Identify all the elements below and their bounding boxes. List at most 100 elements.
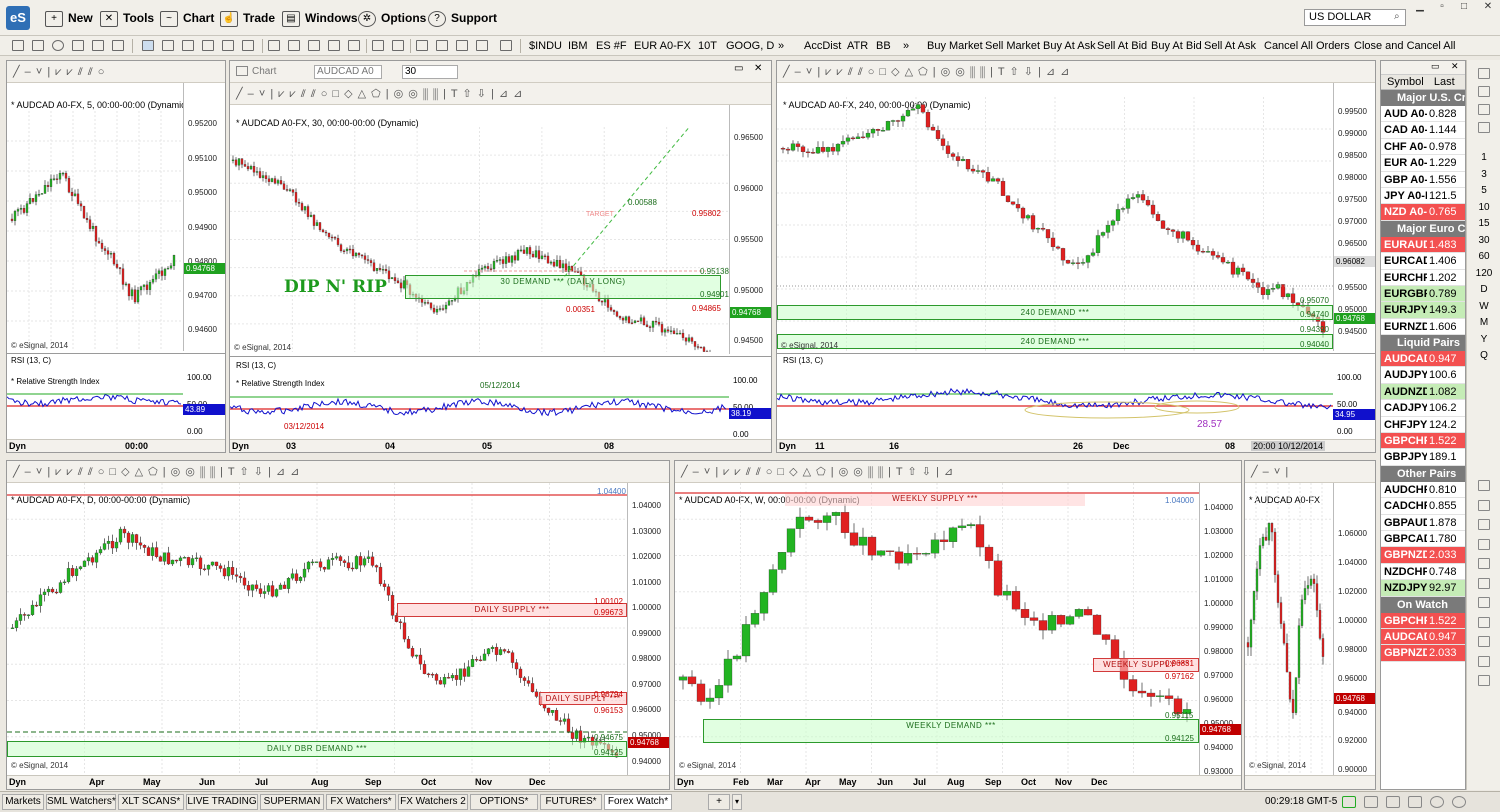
interval-button[interactable]: 15 bbox=[1467, 218, 1500, 229]
price-axis[interactable]: 1.04000 1.03000 1.02000 1.01000 1.00000 … bbox=[627, 483, 669, 775]
toolbar-icon[interactable] bbox=[268, 40, 280, 51]
search-icon[interactable]: ⌕ bbox=[1394, 11, 1400, 22]
cancel-all-orders-button[interactable]: Cancel All Orders bbox=[1264, 40, 1350, 52]
chart-panel-30min[interactable]: Chart AUDCAD A0 30 ▭ ✕ ╱ – ˅ | ⩗ ⩗ ⫽ ⫽ ○… bbox=[229, 60, 772, 453]
page-tab[interactable]: XLT SCANS* bbox=[118, 794, 184, 810]
watchlist-row[interactable]: AUDCAD 0.947 bbox=[1381, 351, 1465, 368]
watchlist-row[interactable]: AUDJPY 100.6 bbox=[1381, 367, 1465, 384]
price-axis[interactable]: 0.99500 0.99000 0.98500 0.98000 0.97500 … bbox=[1333, 83, 1375, 351]
interval-button[interactable]: 120 bbox=[1467, 268, 1500, 279]
watchlist-row[interactable]: NZDCHF 0.748 bbox=[1381, 564, 1465, 581]
dyn-label[interactable]: Dyn bbox=[9, 441, 26, 451]
status-icon[interactable] bbox=[1386, 796, 1400, 808]
price-axis[interactable]: 1.06000 1.04000 1.02000 1.00000 0.98000 … bbox=[1333, 483, 1375, 775]
drawing-toolbar[interactable]: ╱ – ˅ | ⩗ ⩗ ⫽ ⫽ ○ bbox=[7, 61, 225, 83]
interval-tool-icon[interactable] bbox=[1478, 655, 1490, 667]
price-axis[interactable]: 0.95200 0.95100 0.95000 0.94900 0.94800 … bbox=[183, 83, 225, 351]
date-axis[interactable]: Dyn 00:00 bbox=[7, 439, 225, 452]
dyn-label[interactable]: Dyn bbox=[677, 777, 694, 787]
date-axis[interactable]: Dyn Feb Mar Apr May Jun Jul Aug Sep Oct … bbox=[675, 775, 1241, 789]
toolbar-icon[interactable] bbox=[242, 40, 254, 51]
toolbar-icon[interactable] bbox=[392, 40, 404, 51]
chart-panel-weekly[interactable]: ╱ – ˅ | ⩗ ⩗ ⫽ ⫽ ○ □ ◇ △ ⬠ | ◎ ◎ ⫼ ⫼ | T … bbox=[674, 460, 1242, 790]
minimize-icon[interactable]: ▁ bbox=[1412, 1, 1428, 13]
toolbar-more[interactable]: » bbox=[778, 40, 784, 52]
interval-tool-icon[interactable] bbox=[1478, 577, 1490, 589]
interval-tool-icon[interactable] bbox=[1478, 616, 1490, 628]
trade-menu[interactable]: ☝ Trade bbox=[220, 8, 275, 28]
status-icon[interactable] bbox=[1452, 796, 1466, 808]
interval-button[interactable]: 5 bbox=[1467, 185, 1500, 196]
price-axis[interactable]: 1.04000 1.03000 1.02000 1.01000 1.00000 … bbox=[1199, 483, 1241, 776]
status-icon[interactable] bbox=[1364, 796, 1378, 808]
toolbar-icon[interactable] bbox=[72, 40, 84, 51]
toolbar-icon[interactable] bbox=[436, 40, 448, 51]
chart-panel-daily[interactable]: ╱ – ˅ | ⩗ ⩗ ⫽ ⫽ ○ □ ◇ △ ⬠ | ◎ ◎ ⫼ ⫼ | T … bbox=[6, 460, 670, 790]
interval-button[interactable]: Y bbox=[1467, 334, 1500, 345]
watchlist-row[interactable]: CAD A0-F1.144 bbox=[1381, 122, 1465, 139]
watchlist-row[interactable]: CHFJPY 124.2 bbox=[1381, 417, 1465, 434]
close-icon[interactable]: ✕ bbox=[1480, 1, 1496, 13]
watchlist-row[interactable]: JPY A0-F 121.5 bbox=[1381, 188, 1465, 205]
watchlist-row[interactable]: AUDCAD 0.947 bbox=[1381, 628, 1465, 646]
watchlist-row[interactable]: EURGBP 0.789 bbox=[1381, 285, 1465, 303]
column-last[interactable]: Last bbox=[1428, 75, 1465, 89]
symbol-shortcut-indu[interactable]: $INDU bbox=[529, 40, 562, 52]
toolbar-icon[interactable] bbox=[348, 40, 360, 51]
drawing-toolbar[interactable]: ╱ – ˅ | ⩗ ⩗ ⫽ ⫽ ○ □ ◇ △ ⬠ | ◎ ◎ ⫼ ⫼ | T … bbox=[7, 461, 669, 483]
study-accdist[interactable]: AccDist bbox=[804, 40, 841, 52]
interval-button[interactable]: 30 bbox=[1467, 235, 1500, 246]
watchlist-row[interactable]: EURNZD 1.606 bbox=[1381, 319, 1465, 336]
date-axis[interactable]: Dyn 03 04 05 08 bbox=[230, 439, 771, 452]
toolbar-icon[interactable] bbox=[308, 40, 320, 51]
toolbar-icon[interactable] bbox=[52, 40, 64, 51]
buy-at-ask-button[interactable]: Buy At Ask bbox=[1043, 40, 1096, 52]
restore-icon[interactable]: ▫ bbox=[1434, 1, 1450, 13]
symbol-shortcut-10t[interactable]: 10T bbox=[698, 40, 717, 52]
watchlist-row[interactable]: EUR A0-F1.229 bbox=[1381, 155, 1465, 172]
watchlist-row[interactable]: AUDNZD 1.082 bbox=[1381, 383, 1465, 401]
drawing-toolbar[interactable]: ╱ – ˅ | bbox=[1245, 461, 1375, 483]
options-menu[interactable]: ✲ Options bbox=[358, 8, 426, 28]
supply-zone-daily[interactable]: DAILY SUPPLY *** bbox=[397, 603, 627, 617]
page-tab[interactable]: FX Watchers* bbox=[326, 794, 396, 810]
watchlist-row[interactable]: CADJPY 106.2 bbox=[1381, 400, 1465, 417]
watchlist-group-header[interactable]: Other Pairs bbox=[1381, 465, 1465, 482]
watchlist-row[interactable]: GBP A0-F1.556 bbox=[1381, 172, 1465, 188]
date-axis[interactable]: Dyn 11 16 26 Dec 08 20:00 10/12/2014 bbox=[777, 439, 1375, 452]
interval-tool-icon[interactable] bbox=[1478, 499, 1490, 511]
cursor-icon[interactable] bbox=[142, 40, 154, 51]
close-icon[interactable]: ✕ bbox=[1451, 61, 1459, 72]
watchlist-group-header[interactable]: On Watch bbox=[1381, 596, 1465, 613]
toolbar-more[interactable]: » bbox=[903, 40, 909, 52]
restore-icon[interactable]: ▭ bbox=[1431, 61, 1440, 72]
date-axis[interactable]: Dyn Apr May Jun Jul Aug Sep Oct Nov Dec bbox=[7, 775, 669, 789]
toolbar-icon[interactable] bbox=[92, 40, 104, 51]
page-tab[interactable]: Forex Watch* bbox=[604, 794, 672, 810]
study-bb[interactable]: BB bbox=[876, 40, 891, 52]
toolbar-icon[interactable] bbox=[328, 40, 340, 51]
symbol-shortcut-ibm[interactable]: IBM bbox=[568, 40, 588, 52]
dyn-label[interactable]: Dyn bbox=[779, 441, 796, 451]
symbol-shortcut-es[interactable]: ES #F bbox=[596, 40, 627, 52]
interval-tool-icon[interactable] bbox=[1478, 122, 1490, 133]
watchlist-group-header[interactable]: Major U.S. Cr bbox=[1381, 90, 1465, 106]
chart-panel-240min[interactable]: ╱ – ˅ | ⩗ ⩗ ⫽ ⫽ ○ □ ◇ △ ⬠ | ◎ ◎ ⫼ ⫼ | T … bbox=[776, 60, 1376, 453]
close-icon[interactable]: ✕ bbox=[754, 63, 762, 74]
toolbar-icon[interactable] bbox=[288, 40, 300, 51]
restore-icon[interactable]: ▭ bbox=[734, 63, 743, 74]
maximize-icon[interactable]: □ bbox=[1456, 1, 1472, 13]
interval-button[interactable]: Q bbox=[1467, 350, 1500, 361]
price-chart[interactable] bbox=[1245, 483, 1333, 773]
interval-button[interactable]: 3 bbox=[1467, 169, 1500, 180]
interval-input[interactable]: 30 bbox=[402, 65, 458, 79]
buy-market-button[interactable]: Buy Market bbox=[927, 40, 983, 52]
page-tab[interactable]: Markets bbox=[2, 794, 44, 810]
watchlist-row[interactable]: GBPNZD 2.033 bbox=[1381, 547, 1465, 564]
demand-zone-240[interactable]: 240 DEMAND *** bbox=[777, 334, 1333, 349]
watchlist-row[interactable]: CHF A0-F0.978 bbox=[1381, 139, 1465, 156]
connection-icon[interactable] bbox=[1342, 796, 1356, 808]
rsi-pane[interactable]: RSI (13, C) * Relative Strength Index 03… bbox=[230, 356, 771, 440]
rsi-pane[interactable]: RSI (13, C) 28.57 100.00 50.00 0.00 34.9… bbox=[777, 353, 1375, 440]
watchlist-row[interactable]: EURCAD 1.406 bbox=[1381, 253, 1465, 270]
